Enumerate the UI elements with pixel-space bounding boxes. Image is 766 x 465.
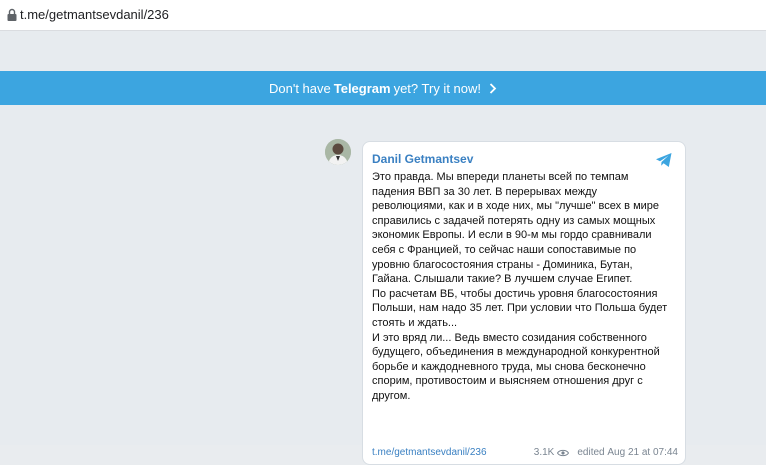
address-bar[interactable]: t.me/getmantsevdanil/236 [0,0,766,31]
edited-label: edited [577,447,605,458]
message-text: Это правда. Мы впереди планеты всей по т… [372,170,672,404]
lock-icon [7,8,17,21]
page-content: Don't have Telegram yet? Try it now! Dan… [0,31,766,465]
banner-prefix: Don't have [268,80,331,96]
avatar[interactable] [325,139,351,165]
banner-brand: Telegram [333,80,391,96]
avatar-photo-icon [325,139,351,165]
message-bubble: Danil Getmantsev Это правда. Мы впереди … [362,141,686,465]
message-paragraph: Это правда. Мы впереди планеты всей по т… [372,171,660,286]
message-paragraph: По расчетам ВБ, чтобы достичь уровня бла… [372,287,668,329]
chevron-right-icon [489,82,497,94]
eye-icon [557,449,570,456]
url-text[interactable]: t.me/getmantsevdanil/236 [20,7,169,22]
post-link[interactable]: t.me/getmantsevdanil/236 [372,447,487,458]
post-date: Aug 21 at 07:44 [607,447,678,458]
telegram-icon[interactable] [655,152,673,168]
message-footer: t.me/getmantsevdanil/236 3.1K edited Aug… [372,447,678,458]
banner-suffix: yet? Try it now! [393,80,481,96]
telegram-banner[interactable]: Don't have Telegram yet? Try it now! [0,71,766,105]
views-count: 3.1K [533,447,555,458]
author-name[interactable]: Danil Getmantsev [372,152,473,166]
message-paragraph: И это вряд ли... Ведь вместо созидания с… [372,331,660,402]
